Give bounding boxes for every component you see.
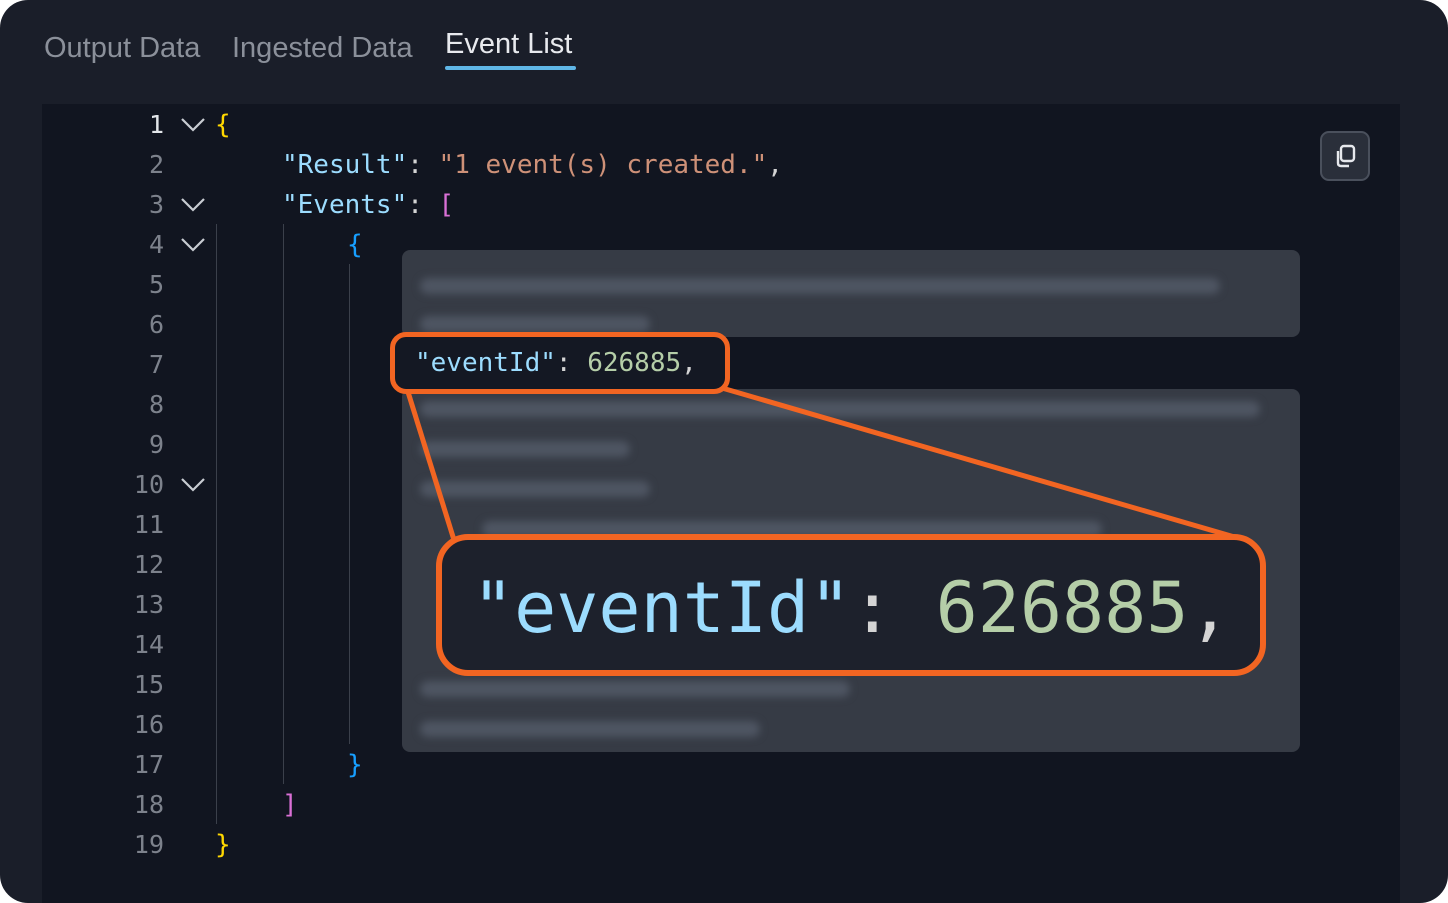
line-number: 14: [133, 630, 164, 659]
json-comma: ,: [681, 348, 697, 378]
line-number: 12: [133, 550, 164, 579]
line-number: 19: [133, 830, 164, 859]
json-colon: :: [407, 190, 439, 220]
json-colon: :: [851, 567, 936, 649]
tab-ingested-data[interactable]: Ingested Data: [232, 32, 413, 65]
line-number: 9: [148, 430, 164, 459]
json-colon: :: [555, 348, 588, 378]
json-open-brace: {: [215, 110, 231, 140]
json-number-value: 626885: [935, 567, 1189, 649]
json-number-value: 626885: [587, 348, 682, 378]
json-line-result: "Result": "1 event(s) created.",: [282, 145, 783, 185]
copy-button[interactable]: [1320, 131, 1370, 181]
line-number: 4: [148, 230, 164, 259]
json-event-close: }: [347, 750, 363, 780]
tab-output-data[interactable]: Output Data: [44, 32, 200, 65]
json-colon: :: [407, 150, 439, 180]
active-tab-indicator: [445, 66, 576, 70]
line-number: 11: [133, 510, 164, 539]
line-number: 17: [133, 750, 164, 779]
chevron-down-icon[interactable]: [180, 237, 206, 253]
chevron-down-icon[interactable]: [180, 477, 206, 493]
event-id-highlight: "eventId": 626885,: [390, 332, 730, 394]
line-number: 2: [148, 150, 164, 179]
json-key: "Result": [282, 150, 408, 180]
copy-icon: [1336, 144, 1356, 168]
chevron-down-icon[interactable]: [180, 197, 206, 213]
json-line-events: "Events": [: [282, 185, 454, 225]
event-id-zoom-callout: "eventId": 626885,: [436, 534, 1266, 676]
json-string-value: "1 event(s) created.": [438, 150, 768, 180]
line-number: 3: [148, 190, 164, 219]
tab-event-list[interactable]: Event List: [445, 28, 572, 61]
line-number: 10: [133, 470, 164, 499]
json-close-bracket: ]: [282, 790, 298, 820]
line-number: 8: [148, 390, 164, 419]
json-open-bracket: [: [438, 190, 455, 220]
line-number: 15: [133, 670, 164, 699]
line-number: 7: [148, 350, 164, 379]
line-number: 5: [148, 270, 164, 299]
json-close-brace: }: [215, 830, 231, 860]
line-number: 6: [148, 310, 164, 339]
redacted-region: [402, 250, 1300, 337]
json-line-event-id: "eventId": 626885,: [415, 343, 697, 383]
panel: Output Data Ingested Data Event List 1 2…: [0, 0, 1448, 903]
json-key: "Events": [282, 190, 408, 220]
json-editor[interactable]: 1 2 3 4 5 6 7 8 9 10 11 12 13 14 15 16 1…: [42, 104, 1400, 903]
chevron-down-icon[interactable]: [180, 117, 206, 133]
json-comma: ,: [1188, 567, 1231, 649]
line-number: 1: [148, 110, 164, 139]
line-number: 18: [133, 790, 164, 819]
zoomed-event-id: "eventId": 626885,: [472, 564, 1231, 652]
json-key: "eventId": [472, 567, 852, 649]
json-event-open: {: [347, 230, 363, 260]
line-number: 16: [133, 710, 164, 739]
json-comma: ,: [767, 150, 783, 180]
line-number: 13: [133, 590, 164, 619]
json-key: "eventId": [415, 348, 556, 378]
